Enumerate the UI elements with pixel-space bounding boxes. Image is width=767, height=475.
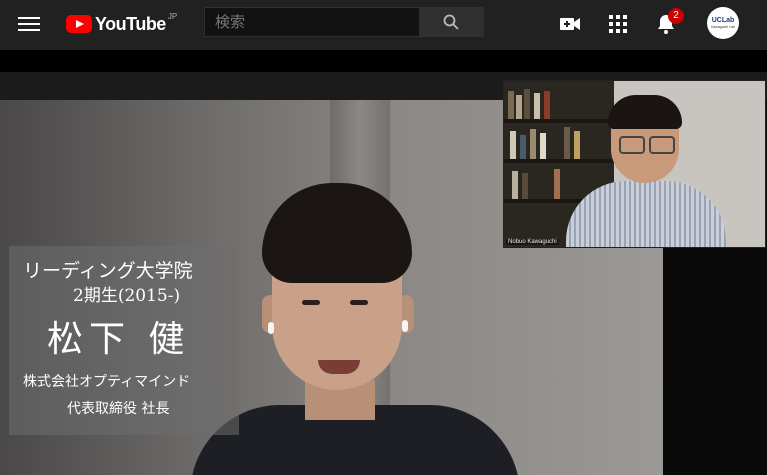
notification-badge: 2 (668, 8, 684, 24)
earbud-right (402, 320, 408, 332)
top-header: YouTube JP 2 UCLab Kawaguchi La (0, 0, 767, 50)
caption-company: 株式会社オプティマインド (23, 374, 191, 390)
avatar[interactable]: UCLab Kawaguchi Lab (707, 7, 739, 39)
create-video-icon[interactable] (558, 12, 582, 36)
pip-name-label: Nobuo Kawaguchi (506, 239, 559, 245)
caption-term: 2期生(2015-) (73, 286, 181, 306)
glasses-icon (619, 136, 645, 154)
video-player[interactable]: リーディング大学院 2期生(2015-) 松下 健 株式会社オプティマインド 代… (0, 50, 767, 475)
name-caption: リーディング大学院 2期生(2015-) 松下 健 株式会社オプティマインド 代… (9, 246, 239, 435)
avatar-subtext: Kawaguchi Lab (711, 25, 735, 29)
youtube-logo[interactable]: YouTube JP (66, 12, 177, 36)
search-icon (443, 14, 459, 30)
caption-role: 代表取締役 社長 (67, 401, 170, 417)
pip-video: Nobuo Kawaguchi (503, 80, 766, 248)
logo-text: YouTube (95, 13, 166, 34)
avatar-text: UCLab (711, 17, 735, 24)
menu-icon[interactable] (18, 13, 40, 35)
apps-grid-icon[interactable] (606, 12, 630, 36)
caption-school: リーディング大学院 (23, 260, 193, 282)
earbud-left (268, 322, 274, 334)
play-logo-icon (66, 15, 92, 33)
search-input[interactable] (204, 7, 420, 37)
region-code: JP (167, 11, 178, 21)
caption-name: 松下 健 (47, 319, 191, 360)
search-button[interactable] (420, 7, 484, 37)
